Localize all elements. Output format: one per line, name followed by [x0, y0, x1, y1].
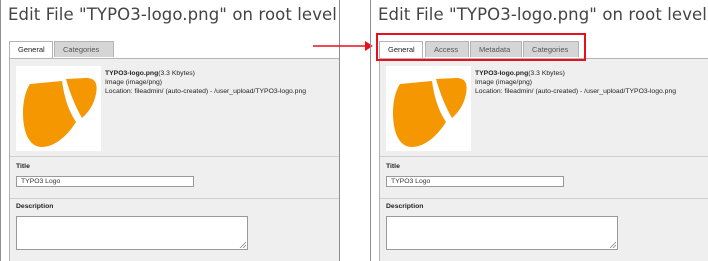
- resize-grip-icon[interactable]: [609, 241, 616, 248]
- file-name: TYPO3-logo.png: [475, 70, 529, 77]
- before-panel: Edit File "TYPO3-logo.png" on root level…: [0, 0, 340, 261]
- resize-grip-icon[interactable]: [239, 241, 246, 248]
- arrow-right-icon: [313, 41, 373, 51]
- general-tab-content: TYPO3-logo.png(3.3 Kbytes) Image (image/…: [379, 58, 708, 261]
- file-type: Image (image/png): [105, 79, 163, 86]
- divider: [380, 156, 708, 157]
- divider: [10, 156, 339, 157]
- page-title: Edit File "TYPO3-logo.png" on root level: [378, 5, 707, 24]
- description-label: Description: [16, 203, 54, 210]
- typo3-logo-icon: [393, 78, 467, 147]
- divider: [10, 198, 339, 199]
- file-size: (3.3 Kbytes): [158, 70, 195, 77]
- tab-access[interactable]: Access: [425, 41, 469, 57]
- file-location: Location: fileadmin/ (auto-created) - /u…: [105, 88, 306, 95]
- file-name: TYPO3-logo.png: [105, 70, 159, 77]
- page-title: Edit File "TYPO3-logo.png" on root level: [8, 5, 337, 24]
- file-thumbnail: [386, 66, 471, 151]
- title-input[interactable]: [16, 176, 194, 187]
- description-textarea[interactable]: [386, 216, 618, 250]
- tab-metadata[interactable]: Metadata: [470, 41, 522, 57]
- tab-general[interactable]: General: [379, 41, 423, 59]
- typo3-logo-icon: [23, 78, 97, 147]
- tab-categories[interactable]: Categories: [523, 41, 579, 57]
- general-tab-content: TYPO3-logo.png(3.3 Kbytes) Image (image/…: [9, 58, 339, 261]
- file-info: TYPO3-logo.png(3.3 Kbytes) Image (image/…: [475, 69, 676, 96]
- title-label: Title: [16, 163, 30, 170]
- file-size: (3.3 Kbytes): [528, 70, 565, 77]
- file-location: Location: fileadmin/ (auto-created) - /u…: [475, 88, 676, 95]
- file-info: TYPO3-logo.png(3.3 Kbytes) Image (image/…: [105, 69, 306, 96]
- divider: [380, 198, 708, 199]
- tab-categories[interactable]: Categories: [54, 41, 114, 57]
- description-label: Description: [386, 203, 424, 210]
- tab-general[interactable]: General: [9, 41, 53, 59]
- title-label: Title: [386, 163, 400, 170]
- after-panel: Edit File "TYPO3-logo.png" on root level…: [370, 0, 708, 261]
- file-thumbnail: [16, 66, 101, 151]
- description-textarea[interactable]: [16, 216, 248, 250]
- file-type: Image (image/png): [475, 79, 533, 86]
- title-input[interactable]: [386, 176, 564, 187]
